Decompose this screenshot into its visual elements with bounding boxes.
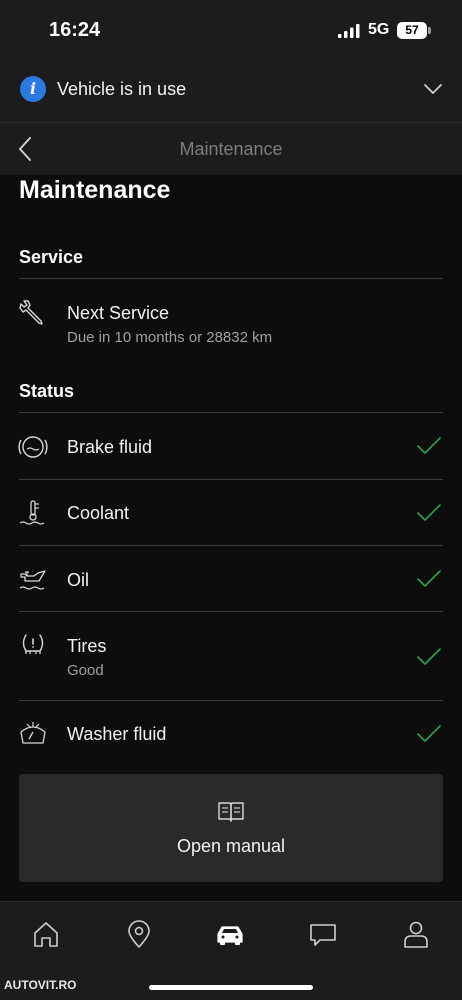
status-subtitle: Good [67, 662, 104, 679]
signal-icon [338, 24, 360, 38]
check-icon [417, 504, 441, 521]
battery-icon: 57 [397, 22, 427, 39]
check-icon [417, 570, 441, 587]
book-icon [218, 802, 244, 822]
brake-fluid-icon [18, 436, 48, 458]
check-icon [417, 725, 441, 742]
status-title: Coolant [67, 503, 130, 523]
washer-fluid-icon [20, 722, 46, 744]
car-icon[interactable] [215, 920, 245, 948]
status-title: Oil [67, 570, 89, 590]
chat-icon[interactable] [308, 920, 338, 948]
coolant-icon [19, 500, 45, 525]
nav-title: Maintenance [179, 139, 283, 159]
status-title: Washer fluid [67, 724, 167, 744]
chevron-down-icon[interactable] [423, 82, 443, 96]
network-label: 5G [368, 21, 390, 38]
watermark: AUTOVIT.RO [4, 978, 77, 992]
info-icon: i [20, 76, 46, 102]
vehicle-status-text: Vehicle is in use [57, 79, 187, 99]
service-section-header: Service [19, 247, 84, 267]
home-indicator [149, 985, 313, 990]
status-title: Tires [67, 636, 107, 656]
location-pin-icon[interactable] [124, 920, 154, 948]
next-service-subtitle: Due in 10 months or 28832 km [67, 329, 273, 346]
tire-pressure-icon [22, 634, 44, 654]
divider [19, 545, 443, 546]
divider [19, 700, 443, 701]
next-service-title: Next Service [67, 303, 170, 323]
oil-can-icon [19, 570, 46, 590]
page-title: Maintenance [19, 176, 171, 204]
divider [19, 412, 443, 413]
vehicle-status-banner[interactable]: i Vehicle is in use [0, 58, 462, 123]
profile-icon[interactable] [401, 920, 431, 948]
check-icon [417, 437, 441, 454]
navigation-bar: Maintenance [0, 123, 462, 175]
battery-tip [428, 27, 431, 34]
open-manual-button[interactable]: Open manual [19, 774, 443, 882]
divider [19, 611, 443, 612]
divider [19, 278, 443, 279]
wrench-icon [19, 300, 43, 325]
home-icon[interactable] [31, 920, 61, 948]
divider [19, 479, 443, 480]
status-time: 16:24 [49, 19, 101, 41]
back-icon[interactable] [16, 135, 36, 163]
status-bar: 16:24 5G 57 [0, 0, 462, 58]
status-title: Brake fluid [67, 437, 153, 457]
status-section-header: Status [19, 381, 75, 401]
check-icon [417, 648, 441, 665]
open-manual-label: Open manual [176, 836, 286, 856]
